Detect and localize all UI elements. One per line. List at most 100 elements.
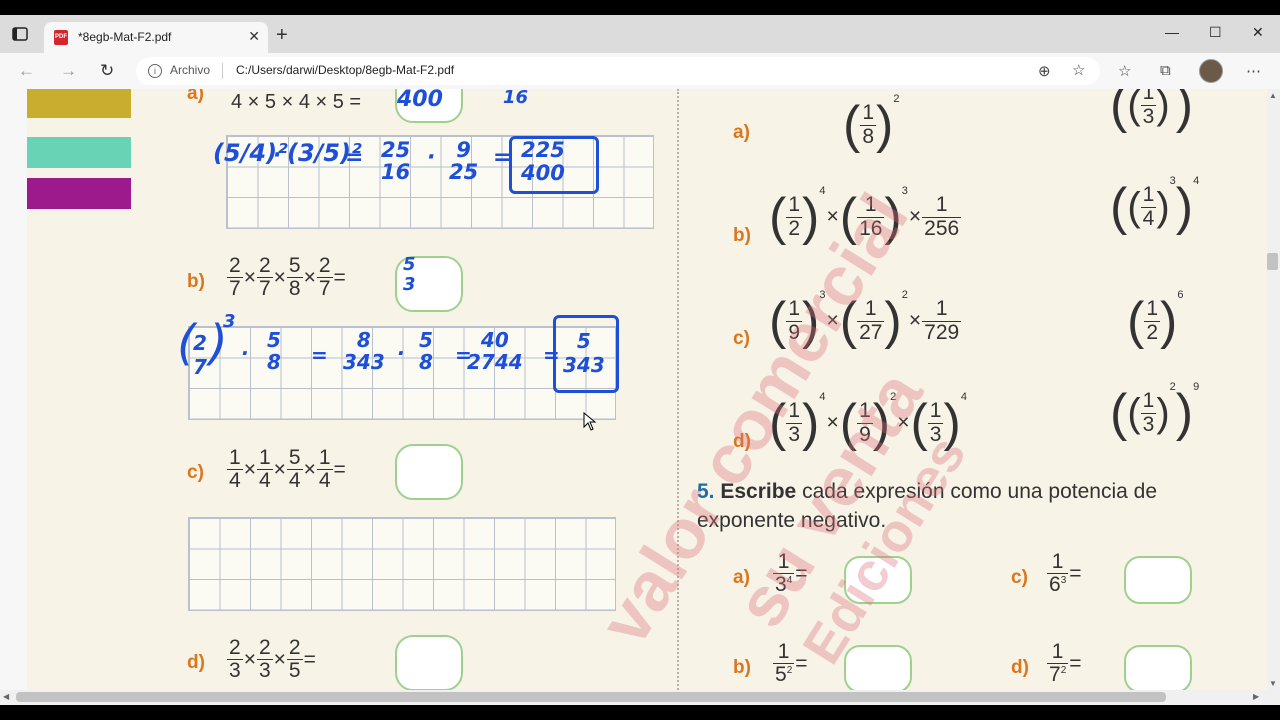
left-a-handwritten-note: 16	[503, 89, 529, 108]
collections-icon[interactable]: ⧉	[1160, 62, 1171, 79]
refresh-icon[interactable]: ↻	[100, 61, 114, 81]
hw-a-frac2-den: 25	[449, 160, 479, 184]
hw-b-dot2: ·	[397, 341, 405, 365]
rb-f1-den: 2	[788, 216, 801, 240]
d-f1-den: 3	[229, 659, 241, 683]
c-f2-den: 4	[258, 469, 271, 493]
right-b-label: b)	[733, 225, 751, 246]
q5d-answer-box[interactable]	[1124, 645, 1192, 690]
forward-icon[interactable]: →	[60, 61, 77, 81]
minimize-icon[interactable]: —	[1165, 24, 1179, 40]
b-f4-num: 2	[316, 254, 333, 279]
hw-b-c-num: 8	[356, 328, 371, 352]
close-window-icon[interactable]: ✕	[1252, 24, 1264, 41]
rc2-den: 2	[1146, 320, 1159, 344]
ra-num: 1	[860, 101, 877, 126]
horizontal-scroll-thumb[interactable]	[16, 692, 1166, 702]
back-icon[interactable]: ←	[18, 61, 35, 81]
q5d-num: 1	[1047, 640, 1069, 665]
hw-b-ans-num: 5	[403, 254, 416, 275]
c-f4-num: 1	[316, 446, 333, 471]
hw-b-c2-den: 8	[419, 350, 433, 374]
hw-b-cube: 8 343	[343, 329, 385, 373]
c-f2-num: 1	[256, 446, 273, 471]
profile-avatar[interactable]	[1199, 59, 1223, 83]
hw-b-r-num: 40	[480, 328, 509, 352]
hw-a-equals1: =	[345, 145, 364, 170]
top-black-bar	[0, 0, 1280, 15]
right-c-right-expression: (1 2)6	[1127, 289, 1184, 350]
address-toolbar: ← → ↻ i Archivo C:/Users/darwi/Desktop/8…	[0, 53, 1280, 90]
rc-f2-den: 27	[859, 320, 883, 344]
q5d-label: d)	[1011, 657, 1029, 678]
left-d-answer-box[interactable]	[395, 635, 463, 690]
tab-actions-icon[interactable]	[12, 27, 28, 41]
vertical-scroll-thumb[interactable]	[1267, 253, 1278, 270]
d-f2-den: 3	[258, 659, 271, 683]
rd2-e-out: 9	[1193, 381, 1200, 393]
left-c-label: c)	[187, 462, 204, 483]
hw-a-frac1-num: 25	[381, 138, 411, 162]
hw-b-res-den: 343	[563, 353, 605, 377]
address-bar[interactable]: i Archivo C:/Users/darwi/Desktop/8egb-Ma…	[136, 57, 1100, 85]
ra2-num: 1	[1140, 89, 1157, 106]
c-f4-den: 4	[318, 469, 331, 493]
favorites-icon[interactable]: ☆	[1118, 62, 1131, 80]
c-f3-num: 5	[286, 446, 303, 471]
purple-tab-marker	[27, 178, 131, 209]
q5c-answer-box[interactable]	[1124, 556, 1192, 604]
hw-b-r-den: 2744	[467, 350, 523, 374]
hw-a-frac1: 25 16	[381, 139, 410, 183]
rc-f3-den: 729	[924, 320, 960, 344]
left-c-work-grid	[188, 517, 616, 611]
d-f2-num: 2	[256, 636, 273, 661]
hw-b-f-num: 5	[267, 328, 281, 352]
scroll-right-icon[interactable]: ▶	[1253, 692, 1259, 701]
scroll-left-icon[interactable]: ◀	[3, 692, 9, 701]
close-tab-icon[interactable]: ✕	[248, 28, 260, 45]
pdf-page: a) 4 × 5 × 4 × 5 = 400 16 (5/4)² · (3/5)…	[27, 89, 1267, 690]
scroll-up-icon[interactable]: ▲	[1269, 91, 1277, 100]
rb-e2: 3	[901, 185, 908, 197]
new-tab-icon[interactable]: +	[276, 24, 288, 47]
d-f3-num: 2	[286, 636, 303, 661]
hw-a-frac1-den: 16	[381, 160, 411, 184]
q5b-label: b)	[733, 657, 751, 678]
left-a-handwritten-answer: 400	[397, 89, 443, 112]
rb-e1: 4	[819, 185, 826, 197]
left-b-expression: 2 7 × 2 7 × 5 8 × 2 7 =	[227, 254, 346, 301]
scroll-down-icon[interactable]: ▼	[1269, 679, 1277, 688]
q5c-expression: 1 63 =	[1047, 550, 1082, 597]
hw-b-p-den: 7	[193, 355, 207, 379]
maximize-icon[interactable]: ☐	[1209, 24, 1222, 41]
rd-e3: 4	[960, 391, 967, 403]
right-b-right-expression: ((1 4)3)4	[1110, 175, 1200, 236]
hw-a-result-num: 225	[521, 138, 565, 162]
more-options-icon[interactable]: ⋯	[1246, 62, 1261, 80]
hw-b-equals1: =	[311, 343, 328, 367]
yellow-tab-marker	[27, 89, 131, 118]
left-a-expression: 4 × 5 × 4 × 5 =	[231, 91, 362, 113]
rb2-den: 4	[1142, 206, 1155, 230]
c-f1-num: 1	[227, 446, 243, 471]
hw-b-power: 27	[193, 331, 207, 379]
rc2-num: 1	[1144, 297, 1161, 322]
left-b-handwritten-answer: 53	[403, 255, 416, 295]
tab-strip: PDF *8egb-Mat-F2.pdf ✕ + — ☐ ✕	[0, 15, 1280, 53]
ra-den: 8	[862, 124, 875, 148]
right-a-label: a)	[733, 122, 750, 143]
hw-b-c-den: 343	[343, 350, 385, 374]
info-icon[interactable]: i	[148, 64, 162, 78]
active-tab[interactable]: PDF *8egb-Mat-F2.pdf ✕	[44, 22, 268, 53]
add-favorite-icon[interactable]: ☆	[1072, 61, 1085, 79]
ra-exp: 2	[893, 93, 900, 105]
rd2-num: 1	[1140, 389, 1157, 414]
hw-a-dot: ·	[273, 143, 282, 168]
left-c-answer-box[interactable]	[395, 444, 463, 500]
rd2-den: 3	[1142, 412, 1155, 436]
q5c-num: 1	[1047, 550, 1069, 575]
url-text[interactable]: C:/Users/darwi/Desktop/8egb-Mat-F2.pdf	[236, 63, 454, 77]
vertical-scrollbar[interactable]: ▲ ▼	[1267, 89, 1280, 690]
zoom-icon[interactable]: ⊕	[1038, 62, 1051, 80]
left-c-expression: 1 4 × 1 4 × 5 4 × 1 4 =	[227, 446, 346, 493]
